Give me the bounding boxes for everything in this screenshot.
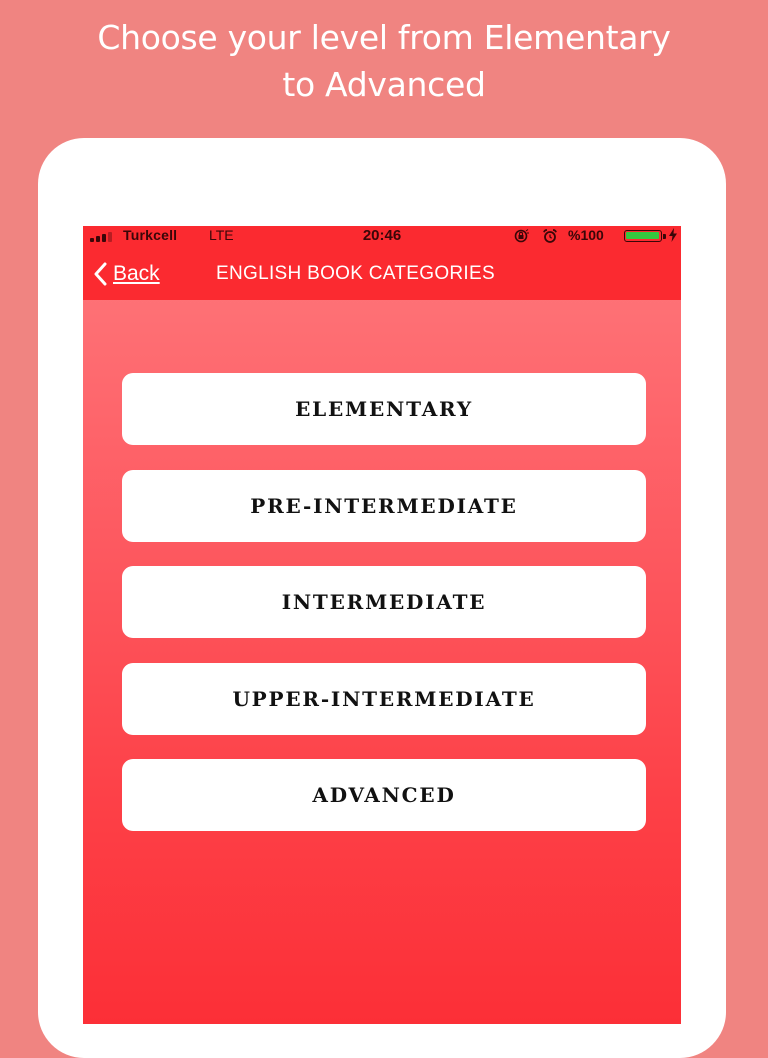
status-bar: Turkcell LTE 20:46 %100	[83, 226, 681, 246]
battery-icon	[624, 230, 662, 242]
back-button[interactable]: Back	[93, 259, 160, 289]
level-button-advanced[interactable]: ADVANCED	[122, 759, 646, 831]
level-button-upper-intermediate[interactable]: UPPER-INTERMEDIATE	[122, 662, 646, 735]
level-button-elementary[interactable]: ELEMENTARY	[122, 373, 646, 445]
level-button-pre-intermediate[interactable]: PRE-INTERMEDIATE	[122, 469, 646, 542]
charging-icon	[669, 228, 677, 242]
chevron-left-icon	[94, 262, 107, 286]
level-button-intermediate[interactable]: INTERMEDIATE	[122, 566, 646, 638]
level-list: ELEMENTARY PRE-INTERMEDIATE INTERMEDIATE…	[122, 373, 646, 856]
battery-cap	[663, 234, 666, 239]
navigation-bar: Back ENGLISH BOOK CATEGORIES	[83, 246, 681, 300]
battery-fill	[626, 232, 659, 239]
screen-lock-icon	[514, 229, 529, 243]
battery-percentage: %100	[568, 227, 604, 243]
back-label: Back	[113, 262, 160, 285]
promo-headline: Choose your level from Elementary to Adv…	[0, 14, 768, 108]
alarm-icon	[543, 229, 557, 243]
promo-headline-line-2: to Advanced	[282, 65, 486, 104]
app-screen: Turkcell LTE 20:46 %100 Back ENGLISH BOO…	[83, 226, 681, 1024]
nav-title: ENGLISH BOOK CATEGORIES	[216, 263, 495, 284]
promo-headline-line-1: Choose your level from Elementary	[97, 18, 671, 57]
